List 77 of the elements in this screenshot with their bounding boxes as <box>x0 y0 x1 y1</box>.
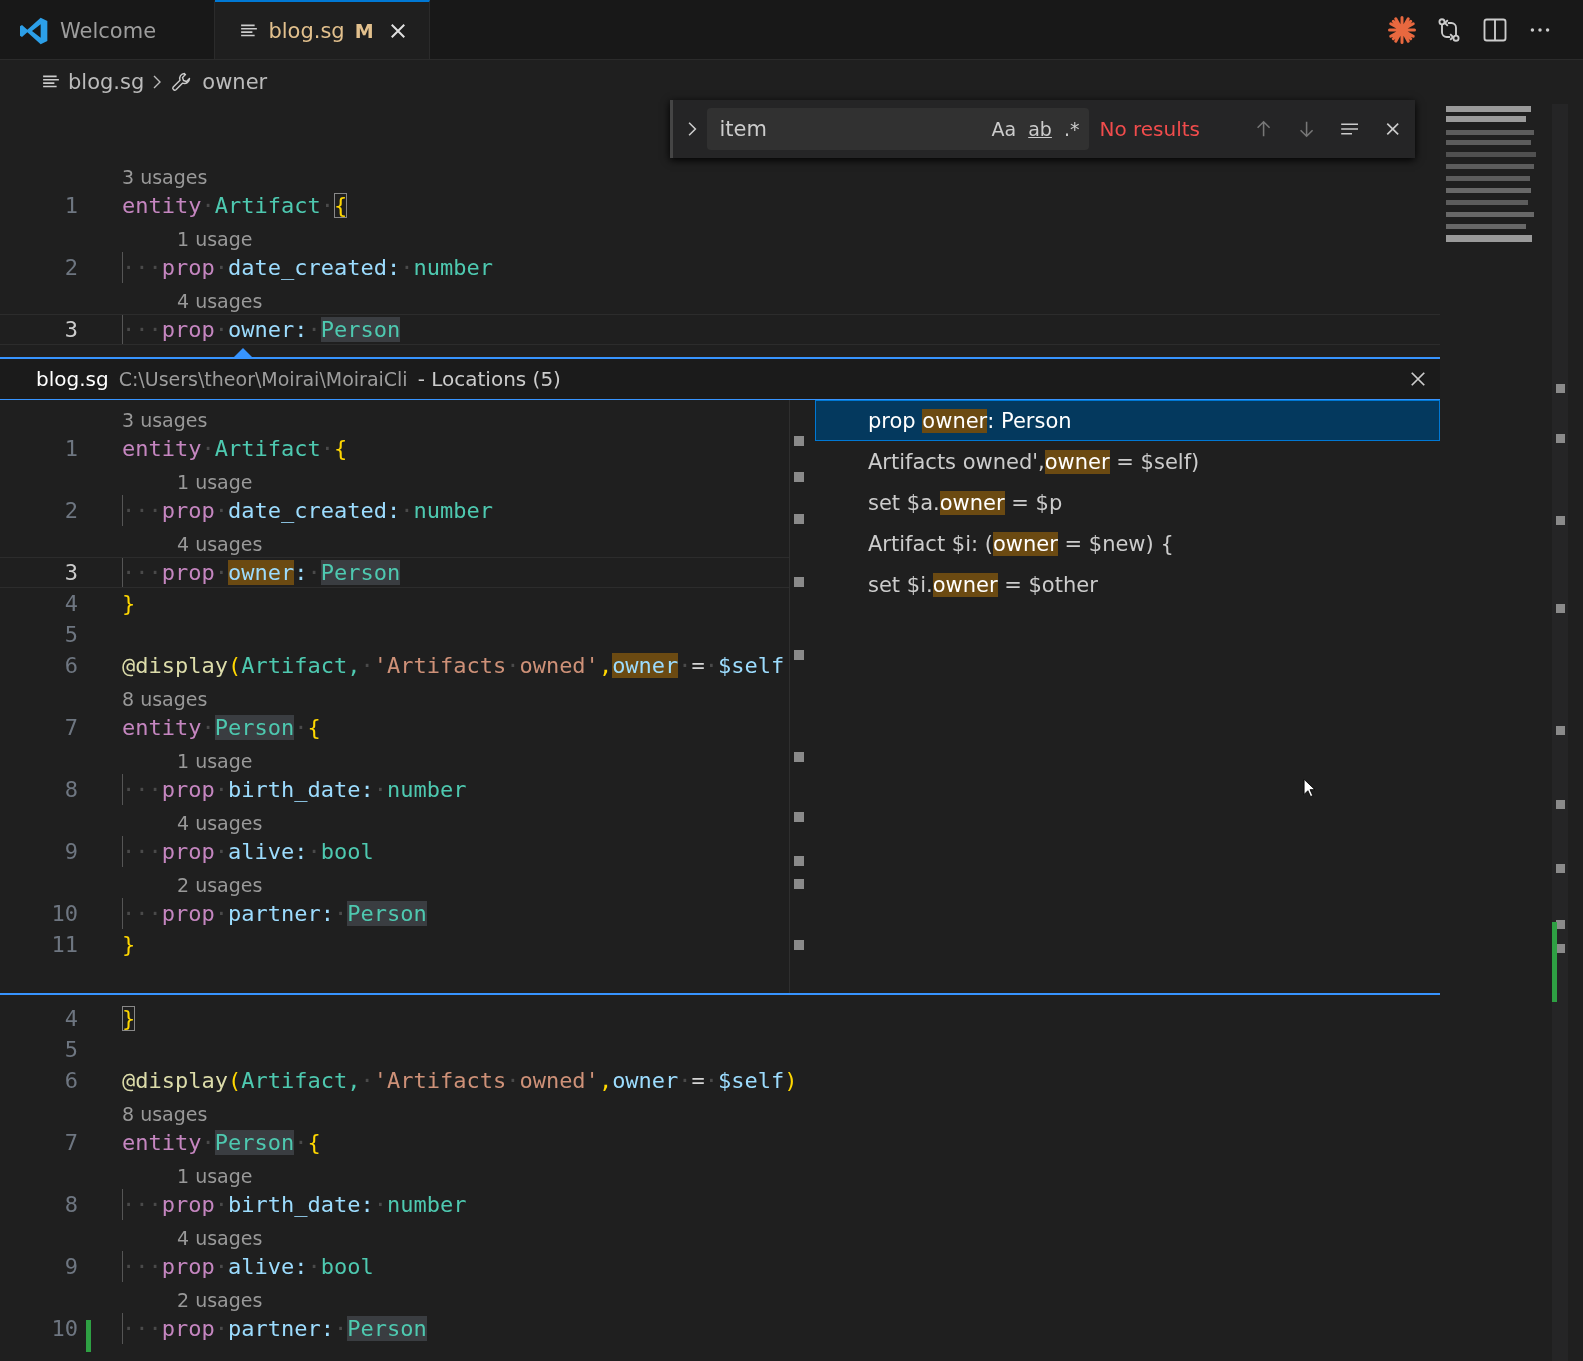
reference-item[interactable]: set $i.owner = $other <box>815 564 1440 605</box>
modified-indicator-label: M <box>354 19 374 42</box>
line-number: 9 <box>63 1254 78 1279</box>
peek-file-name: blog.sg <box>36 367 109 391</box>
codelens-usages[interactable]: 2 usages <box>177 874 263 896</box>
search-option-toggle[interactable]: .* <box>1063 118 1080 140</box>
code-line: @display(Artifact,·'Artifacts·owned',owner·=·$self) <box>122 1068 798 1093</box>
line-number: 6 <box>63 1068 78 1093</box>
codelens-usages[interactable]: 8 usages <box>122 1103 208 1125</box>
chevron-right-icon <box>152 73 163 91</box>
codelens-usages[interactable]: 1 usage <box>177 228 253 250</box>
line-number: 6 <box>63 653 78 678</box>
sparkle-icon[interactable] <box>1387 14 1417 45</box>
code-line: ···prop·owner:·Person <box>122 560 401 585</box>
reference-item[interactable]: prop owner: Person <box>815 400 1440 441</box>
code-line: ···prop·birth_date:·number <box>122 1192 467 1217</box>
line-number: 7 <box>63 715 78 740</box>
reference-item[interactable]: Artifact $i: (owner = $new) { <box>815 523 1440 564</box>
search-option-toggle[interactable]: Aa <box>991 118 1017 140</box>
code-line: ···prop·date_created:·number <box>122 498 493 523</box>
code-line: ···prop·alive:·bool <box>122 839 374 864</box>
line-number: 2 <box>63 498 78 523</box>
code-line: ···prop·date_created:·number <box>122 255 493 280</box>
editor-tab[interactable]: blog.sg M <box>215 0 430 59</box>
breadcrumb-item[interactable]: owner <box>202 70 268 94</box>
code-line: ···prop·partner:·Person <box>122 901 427 926</box>
code-line: } <box>122 1006 136 1031</box>
close-icon[interactable] <box>1408 369 1428 389</box>
line-number: 7 <box>63 1130 78 1155</box>
mouse-pointer-icon <box>1303 778 1316 798</box>
code-line: ···prop·alive:·bool <box>122 1254 374 1279</box>
code-line: ···prop·birth_date:·number <box>122 777 467 802</box>
peek-title: - Locations (5) <box>417 367 561 391</box>
codelens-usages[interactable]: 2 usages <box>177 1289 263 1311</box>
peek-file-path: C:\Users\theor\Moirai\MoiraiCli <box>118 368 408 390</box>
git-added-marker <box>86 1320 91 1352</box>
line-number: 11 <box>50 932 78 957</box>
reference-item[interactable]: set $a.owner = $p <box>815 482 1440 523</box>
codelens-usages[interactable]: 4 usages <box>177 1227 263 1249</box>
line-number: 8 <box>63 1192 78 1217</box>
code-line: ···prop·owner:·Person <box>122 317 401 342</box>
scrollbar[interactable] <box>1552 104 1568 1361</box>
line-number: 4 <box>63 591 78 616</box>
codelens-usages[interactable]: 3 usages <box>122 409 208 431</box>
line-number: 5 <box>63 1037 78 1062</box>
code-line: entity·Person·{ <box>122 1130 321 1155</box>
search-status: No results <box>1099 117 1201 141</box>
code-line: ···prop·partner:·Person <box>122 1316 427 1341</box>
code-line: entity·Person·{ <box>122 715 321 740</box>
line-number: 9 <box>63 839 78 864</box>
codelens-usages[interactable]: 4 usages <box>177 533 263 555</box>
line-number: 8 <box>63 777 78 802</box>
line-number: 1 <box>63 193 78 218</box>
codelens-usages[interactable]: 8 usages <box>122 688 208 710</box>
line-number: 5 <box>63 622 78 647</box>
code-line: @display(Artifact,·'Artifacts·owned',owner·=·$self <box>122 653 785 678</box>
code-line: } <box>122 932 136 957</box>
line-number: 10 <box>50 901 78 926</box>
codelens-usages[interactable]: 4 usages <box>177 290 263 312</box>
line-number: 1 <box>63 436 78 461</box>
line-number: 2 <box>63 255 78 280</box>
codelens-usages[interactable]: 1 usage <box>177 471 253 493</box>
reference-item[interactable]: Artifacts owned',owner = $self) <box>815 441 1440 482</box>
code-line: entity·Artifact·{ <box>122 436 348 461</box>
search-option-toggle[interactable]: ab <box>1028 118 1052 140</box>
codelens-usages[interactable]: 1 usage <box>177 1165 253 1187</box>
code-line: entity·Artifact·{ <box>122 193 348 218</box>
codelens-usages[interactable]: 3 usages <box>122 166 208 188</box>
codelens-usages[interactable]: 1 usage <box>177 750 253 772</box>
line-number: 3 <box>63 317 78 342</box>
search-field[interactable]: item Aa ab .* <box>707 108 1090 150</box>
code-line: } <box>122 591 136 616</box>
breadcrumb-item[interactable]: blog.sg <box>68 70 145 94</box>
line-number: 4 <box>63 1006 78 1031</box>
line-number: 3 <box>63 560 78 585</box>
codelens-usages[interactable]: 4 usages <box>177 812 263 834</box>
line-number: 10 <box>50 1316 78 1341</box>
